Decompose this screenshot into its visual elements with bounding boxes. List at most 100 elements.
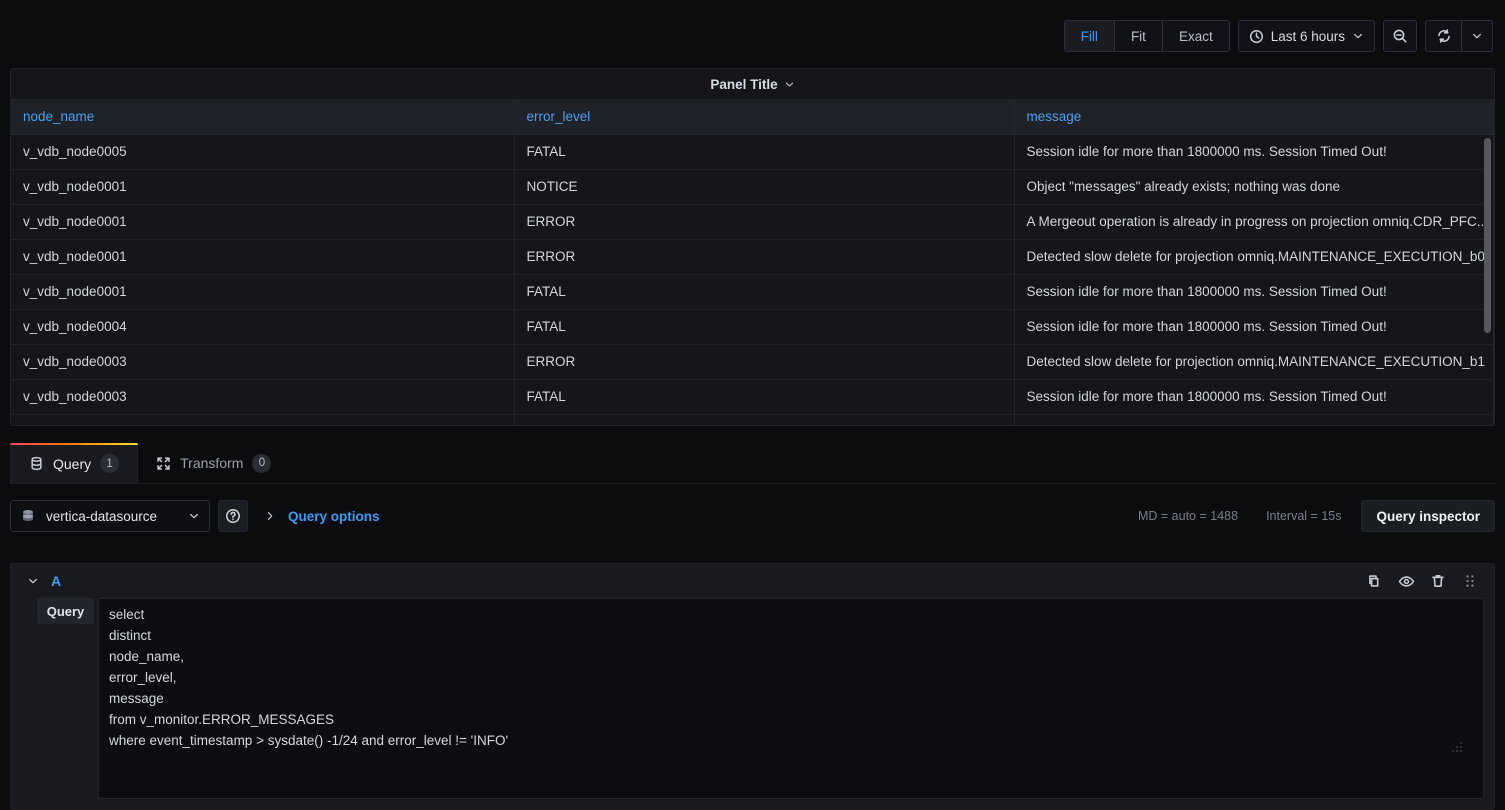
chevron-down-icon bbox=[188, 510, 200, 522]
chevron-down-icon bbox=[1471, 30, 1483, 42]
transform-icon bbox=[156, 456, 171, 471]
table-row[interactable]: v_vdb_node0001 FATAL Session idle for mo… bbox=[11, 274, 1494, 310]
query-options-bar: vertica-datasource Query options MD = au… bbox=[10, 498, 1495, 534]
cell-node-name: v_vdb_node0001 bbox=[11, 169, 515, 205]
chevron-down-icon[interactable] bbox=[21, 575, 51, 587]
datasource-name: vertica-datasource bbox=[46, 508, 158, 524]
time-range-picker[interactable]: Last 6 hours bbox=[1237, 20, 1375, 52]
datasource-help-button[interactable] bbox=[218, 500, 248, 532]
tab-query[interactable]: Query 1 bbox=[10, 443, 139, 483]
chevron-down-icon bbox=[784, 79, 795, 90]
max-data-points-label: MD = auto = 1488 bbox=[1138, 509, 1239, 523]
cell-node-name: v_vdb_node0001 bbox=[11, 274, 515, 310]
cell-node-name: v_vdb_node0004 bbox=[11, 309, 515, 345]
tab-transform-count: 0 bbox=[252, 453, 272, 473]
cell-message: Detected slow delete for projection omni… bbox=[1014, 239, 1494, 275]
table-row[interactable]: v_vdb_node0003 FATAL Session idle for mo… bbox=[11, 379, 1494, 415]
query-options-label: Query options bbox=[288, 508, 380, 524]
visualization-panel: Panel Title node_name error_level messag… bbox=[10, 68, 1495, 426]
duplicate-query-icon[interactable] bbox=[1364, 571, 1384, 591]
table-row[interactable]: v_vdb_node0004 FATAL Session idle for mo… bbox=[11, 309, 1494, 345]
query-field-label: Query bbox=[37, 598, 94, 624]
toolbar-right-controls: Fill Fit Exact Last 6 hours bbox=[1063, 20, 1493, 52]
cell-error-level: FATAL bbox=[514, 379, 1015, 415]
cell-error-level bbox=[514, 414, 1015, 425]
toggle-query-visibility-icon[interactable] bbox=[1396, 571, 1416, 591]
refresh-split-button bbox=[1425, 20, 1493, 52]
panel-fit-button-group: Fill Fit Exact bbox=[1063, 20, 1230, 52]
chevron-right-icon bbox=[264, 510, 276, 522]
cell-message: Session idle for more than 1800000 ms. S… bbox=[1014, 274, 1494, 310]
panel-title: Panel Title bbox=[710, 76, 778, 92]
drag-handle-icon[interactable] bbox=[1460, 571, 1480, 591]
query-editor-row: A Query select distinct node_name, error… bbox=[10, 563, 1495, 810]
top-toolbar: Fill Fit Exact Last 6 hours bbox=[0, 0, 1505, 70]
cell-node-name: v_vdb_node0005 bbox=[11, 134, 515, 170]
refresh-interval-dropdown-button[interactable] bbox=[1462, 21, 1492, 51]
interval-label: Interval = 15s bbox=[1266, 509, 1342, 523]
cell-message: A Mergeout operation is already in progr… bbox=[1014, 204, 1494, 240]
column-header-node-name[interactable]: node_name bbox=[11, 99, 515, 135]
query-ref-id[interactable]: A bbox=[51, 573, 61, 589]
query-sql-textarea[interactable]: select distinct node_name, error_level, … bbox=[98, 598, 1484, 799]
cell-error-level: ERROR bbox=[514, 204, 1015, 240]
table-row[interactable]: v_vdb_node0005 FATAL Session idle for mo… bbox=[11, 134, 1494, 170]
help-circle-icon bbox=[225, 508, 241, 524]
query-inspector-button[interactable]: Query inspector bbox=[1361, 500, 1495, 532]
table-row[interactable]: v_vdb_node0001 ERROR A Mergeout operatio… bbox=[11, 204, 1494, 240]
cell-message bbox=[1014, 414, 1494, 425]
cell-node-name bbox=[11, 414, 515, 425]
zoom-out-time-range-button[interactable] bbox=[1383, 20, 1417, 52]
cell-error-level: FATAL bbox=[514, 274, 1015, 310]
refresh-dashboard-button[interactable] bbox=[1426, 21, 1462, 51]
query-row-actions bbox=[1364, 571, 1484, 591]
cell-error-level: NOTICE bbox=[514, 169, 1015, 205]
tab-query-label: Query bbox=[53, 455, 92, 472]
clock-icon bbox=[1249, 29, 1264, 44]
remove-query-icon[interactable] bbox=[1428, 571, 1448, 591]
query-editor-row-header: A bbox=[11, 564, 1494, 598]
fit-button[interactable]: Fit bbox=[1114, 21, 1163, 51]
table-row[interactable] bbox=[11, 414, 1494, 425]
cell-node-name: v_vdb_node0003 bbox=[11, 344, 515, 380]
query-field-wrapper: Query select distinct node_name, error_l… bbox=[11, 598, 1494, 799]
column-header-message[interactable]: message bbox=[1014, 99, 1494, 135]
table-row[interactable]: v_vdb_node0001 ERROR Detected slow delet… bbox=[11, 239, 1494, 275]
cell-message: Session idle for more than 1800000 ms. S… bbox=[1014, 134, 1494, 170]
cell-message: Session idle for more than 1800000 ms. S… bbox=[1014, 309, 1494, 345]
results-table: node_name error_level message v_vdb_node… bbox=[11, 99, 1494, 425]
panel-header[interactable]: Panel Title bbox=[11, 69, 1494, 99]
table-header-row: node_name error_level message bbox=[11, 99, 1494, 135]
datasource-icon bbox=[20, 508, 36, 524]
cell-node-name: v_vdb_node0001 bbox=[11, 239, 515, 275]
cell-error-level: FATAL bbox=[514, 134, 1015, 170]
tab-query-count: 1 bbox=[100, 454, 120, 473]
chevron-down-icon bbox=[1352, 30, 1364, 42]
cell-error-level: FATAL bbox=[514, 309, 1015, 345]
column-header-error-level[interactable]: error_level bbox=[514, 99, 1015, 135]
database-icon bbox=[29, 456, 44, 471]
panel-body: node_name error_level message v_vdb_node… bbox=[11, 99, 1494, 425]
table-row[interactable]: v_vdb_node0001 NOTICE Object "messages" … bbox=[11, 169, 1494, 205]
cell-message: Detected slow delete for projection omni… bbox=[1014, 344, 1494, 380]
cell-error-level: ERROR bbox=[514, 239, 1015, 275]
refresh-icon bbox=[1436, 28, 1452, 44]
fill-button[interactable]: Fill bbox=[1064, 21, 1115, 51]
table-body: v_vdb_node0005 FATAL Session idle for mo… bbox=[11, 134, 1494, 425]
datasource-picker[interactable]: vertica-datasource bbox=[10, 500, 210, 532]
tab-transform[interactable]: Transform 0 bbox=[138, 443, 289, 483]
query-options-toggle[interactable]: Query options bbox=[264, 509, 380, 524]
table-row[interactable]: v_vdb_node0003 ERROR Detected slow delet… bbox=[11, 344, 1494, 380]
resize-handle-icon[interactable] bbox=[1450, 698, 1480, 795]
query-options-summary: MD = auto = 1488 Interval = 15s Query in… bbox=[1124, 500, 1495, 532]
tab-transform-label: Transform bbox=[180, 455, 244, 471]
cell-message: Session idle for more than 1800000 ms. S… bbox=[1014, 379, 1494, 415]
table-vertical-scrollbar[interactable] bbox=[1484, 138, 1491, 333]
cell-node-name: v_vdb_node0003 bbox=[11, 379, 515, 415]
editor-tabs: Query 1 Transform 0 bbox=[10, 443, 1495, 484]
cell-error-level: ERROR bbox=[514, 344, 1015, 380]
zoom-out-icon bbox=[1392, 28, 1408, 44]
exact-button[interactable]: Exact bbox=[1162, 21, 1229, 51]
cell-node-name: v_vdb_node0001 bbox=[11, 204, 515, 240]
cell-message: Object "messages" already exists; nothin… bbox=[1014, 169, 1494, 205]
